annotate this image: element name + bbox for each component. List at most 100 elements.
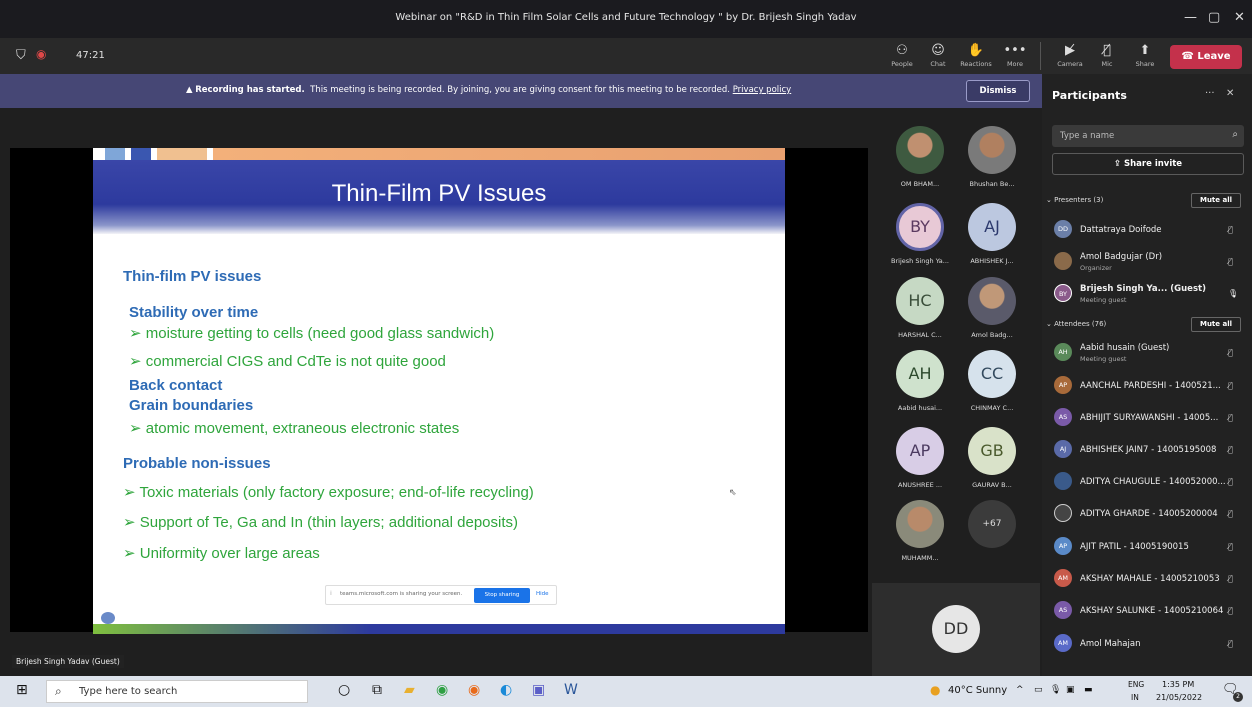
recording-banner: ▲ Recording has started. This meeting is… xyxy=(0,74,1042,108)
slide-line: Probable non-issues xyxy=(123,455,271,472)
participant-row[interactable]: AP AANCHAL PARDESHI - 1400521... 🎙̸ xyxy=(1052,371,1244,401)
participant-row[interactable]: AM AKSHAY MAHALE - 14005210053 🎙̸ xyxy=(1052,564,1244,594)
slide-header: Thin-Film PV Issues xyxy=(93,160,785,234)
title-bar: Webinar on "R&D in Thin Film Solar Cells… xyxy=(0,0,1252,38)
meeting-toolbar: ⛉ ◉ 47:21 ⚇ People ☺ Chat ✋ Reactions ••… xyxy=(0,38,1252,74)
mute-all-attendees-button[interactable]: Mute all xyxy=(1191,317,1241,332)
avatar: BY xyxy=(896,203,944,251)
participant-tile[interactable]: MUHAMM... xyxy=(880,496,960,566)
mute-all-presenters-button[interactable]: Mute all xyxy=(1191,193,1241,208)
participant-row[interactable]: AM Amol Mahajan 🎙̸ xyxy=(1052,629,1244,659)
network-icon[interactable]: ▭ xyxy=(1034,685,1043,695)
close-panel-icon[interactable]: ✕ xyxy=(1226,88,1234,99)
avatar: AP xyxy=(896,427,944,475)
cortana-icon[interactable]: ○ xyxy=(338,682,350,698)
tray-overflow-icon[interactable]: ^ xyxy=(1016,685,1024,695)
participant-tile[interactable]: GB GAURAV B... xyxy=(952,423,1032,493)
windows-start-icon[interactable]: ⊞ xyxy=(16,682,28,698)
participant-row[interactable]: Amol Badgujar (Dr) Organizer 🎙̸ xyxy=(1052,247,1244,277)
file-explorer-icon[interactable]: ▰ xyxy=(404,682,415,698)
weather-text[interactable]: 40°C Sunny xyxy=(948,685,1007,696)
overflow-count: +67 xyxy=(968,500,1016,548)
chat-button[interactable]: ☺ Chat xyxy=(920,42,956,68)
attendees-section-label[interactable]: ⌄ Attendees (76) xyxy=(1046,320,1106,328)
task-view-icon[interactable]: ⧉ xyxy=(372,682,382,698)
recording-icon: ◉ xyxy=(36,47,47,61)
camera-button[interactable]: ▶̸ Camera xyxy=(1052,42,1088,68)
reactions-button[interactable]: ✋ Reactions xyxy=(958,42,994,68)
participant-row[interactable]: ADITYA GHARDE - 14005200004 🎙̸ xyxy=(1052,499,1244,529)
participant-tile[interactable]: Bhushan Be... xyxy=(952,122,1032,192)
leave-button[interactable]: ☎ Leave xyxy=(1170,45,1242,69)
edge-icon[interactable]: ◐ xyxy=(500,682,512,698)
minimize-icon[interactable]: — xyxy=(1184,10,1197,25)
participant-tile[interactable]: AP ANUSHREE ... xyxy=(880,423,960,493)
participant-row[interactable]: BY Brijesh Singh Ya... (Guest) Meeting g… xyxy=(1052,279,1244,309)
clock-time[interactable]: 1:35 PM xyxy=(1162,680,1194,689)
participant-row[interactable]: DD Dattatraya Doifode 🎙̸ xyxy=(1052,215,1244,245)
chrome-icon[interactable]: ◉ xyxy=(436,682,448,698)
input-region[interactable]: IN xyxy=(1131,693,1139,702)
avatar: BY xyxy=(1054,284,1072,302)
participant-tile[interactable]: CC CHINMAY C... xyxy=(952,346,1032,416)
mouse-cursor-icon: ⇖ xyxy=(729,488,737,498)
display-icon[interactable]: ▣ xyxy=(1066,685,1075,695)
battery-icon[interactable]: ▬ xyxy=(1084,685,1093,695)
avatar: HC xyxy=(896,277,944,325)
toolbar-divider xyxy=(1040,42,1041,70)
drag-handle-icon[interactable]: ⁞ xyxy=(330,590,332,597)
share-button[interactable]: ⬆ Share xyxy=(1127,42,1163,68)
participant-tile[interactable]: AJ ABHISHEK J... xyxy=(952,199,1032,269)
participant-tile[interactable]: Amol Badg... xyxy=(952,273,1032,343)
slide-line: ➢ Support of Te, Ga and In (thin layers;… xyxy=(123,514,519,531)
more-button[interactable]: ••• More xyxy=(997,42,1033,68)
participant-row[interactable]: AS AKSHAY SALUNKE - 14005210064 🎙̸ xyxy=(1052,596,1244,626)
search-icon: ⌕ xyxy=(1232,129,1238,140)
microphone-tray-icon[interactable]: 🎙 xyxy=(1050,685,1061,695)
participant-tile[interactable]: AH Aabid husai... xyxy=(880,346,960,416)
slide-line: Back contact xyxy=(129,377,223,394)
close-icon[interactable]: ✕ xyxy=(1234,10,1245,25)
participant-row[interactable]: AJ ABHISHEK JAIN7 - 14005195008 🎙̸ xyxy=(1052,435,1244,465)
participant-tile[interactable]: BY Brijesh Singh Ya... xyxy=(880,199,960,269)
mic-off-icon: 🎙̸ xyxy=(1228,381,1233,390)
camera-off-icon: ▶̸ xyxy=(1065,43,1075,58)
dismiss-button[interactable]: Dismiss xyxy=(966,80,1030,102)
phone-icon: ☎ xyxy=(1181,51,1198,62)
avatar: AS xyxy=(1054,408,1072,426)
privacy-policy-link[interactable]: Privacy policy xyxy=(733,85,792,95)
participant-row[interactable]: AS ABHIJIT SURYAWANSHI - 14005... 🎙̸ xyxy=(1052,403,1244,433)
firefox-icon[interactable]: ◉ xyxy=(468,682,480,698)
participant-row[interactable]: ADITYA CHAUGULE - 140052000... 🎙̸ xyxy=(1052,467,1244,497)
participant-search-input[interactable]: Type a name ⌕ xyxy=(1052,125,1244,147)
warning-icon: ▲ xyxy=(186,85,196,95)
share-invite-button[interactable]: ⇪ Share invite xyxy=(1052,153,1244,175)
notification-count: 2 xyxy=(1233,692,1243,702)
more-options-icon[interactable]: ··· xyxy=(1205,88,1215,99)
reactions-icon: ✋ xyxy=(967,43,985,58)
slide-footer-stripe xyxy=(93,624,785,634)
avatar xyxy=(1054,472,1072,490)
avatar xyxy=(1054,504,1072,522)
recording-message: ▲ Recording has started. This meeting is… xyxy=(186,85,792,95)
participant-row[interactable]: AH Aabid husain (Guest) Meeting guest 🎙̸ xyxy=(1052,338,1244,368)
stop-sharing-button[interactable]: Stop sharing xyxy=(474,588,530,603)
participant-tile[interactable]: HC HARSHAL C... xyxy=(880,273,960,343)
input-language[interactable]: ENG xyxy=(1128,680,1144,689)
presenters-section-label[interactable]: ⌄ Presenters (3) xyxy=(1046,196,1103,204)
presenter-name-label: Brijesh Singh Yadav (Guest) xyxy=(12,655,124,668)
people-button[interactable]: ⚇ People xyxy=(884,42,920,68)
word-icon[interactable]: W xyxy=(564,682,578,698)
participant-tile[interactable]: OM BHAM... xyxy=(880,122,960,192)
participant-row[interactable]: AP AJIT PATIL - 14005190015 🎙̸ xyxy=(1052,532,1244,562)
mic-button[interactable]: 🎙̸ Mic xyxy=(1089,42,1125,68)
maximize-icon[interactable]: ▢ xyxy=(1208,10,1220,25)
clock-date[interactable]: 21/05/2022 xyxy=(1156,693,1202,702)
presentation-slide: Thin-Film PV Issues Thin-film PV issues … xyxy=(93,148,785,634)
teams-icon[interactable]: ▣ xyxy=(532,682,545,698)
chat-icon: ☺ xyxy=(931,43,945,58)
more-participants-tile[interactable]: +67 xyxy=(952,496,1032,566)
taskbar-search-input[interactable]: ⌕ Type here to search xyxy=(46,680,308,703)
hide-button[interactable]: Hide xyxy=(536,591,549,597)
avatar: AM xyxy=(1054,569,1072,587)
